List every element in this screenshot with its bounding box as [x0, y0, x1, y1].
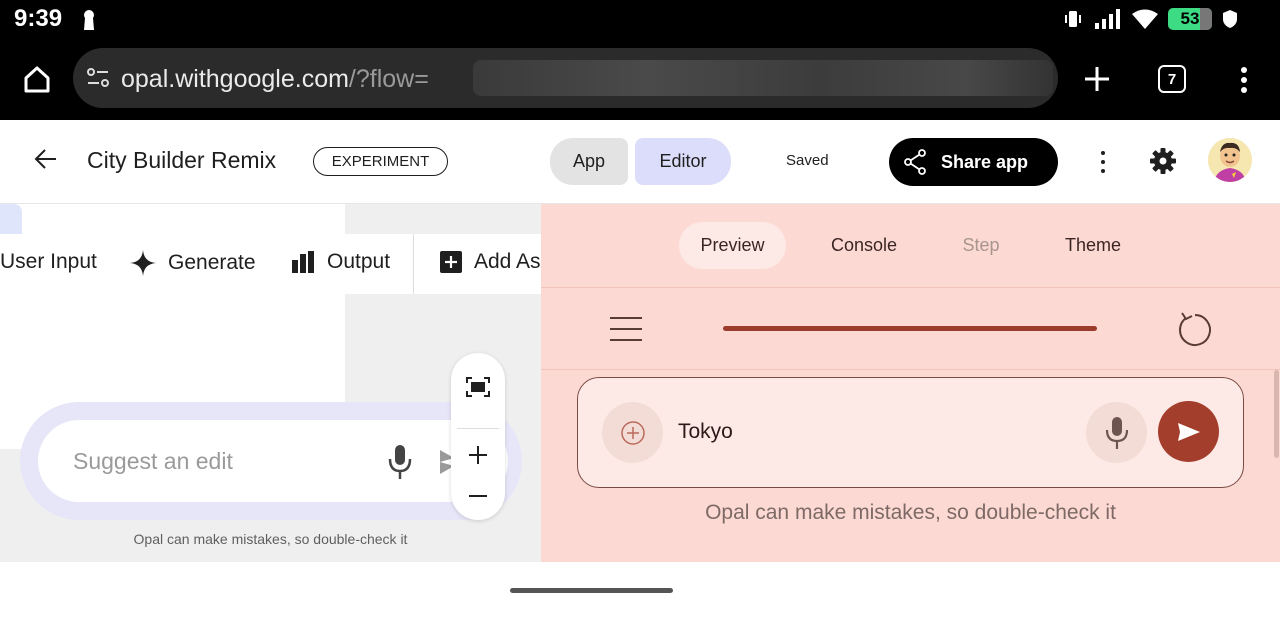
user-input-label: User Input — [0, 250, 97, 273]
experiment-badge: EXPERIMENT — [313, 147, 448, 176]
more-vert-icon[interactable] — [1099, 150, 1107, 174]
send-icon — [1177, 422, 1200, 441]
shield-icon — [1223, 10, 1237, 28]
preview-mic-button[interactable] — [1086, 402, 1147, 463]
zoom-out-icon[interactable] — [468, 486, 488, 506]
zoom-in-icon[interactable] — [468, 445, 488, 465]
preview-panel: Preview Console Step Theme Tokyo Opal ca… — [541, 204, 1280, 562]
browser-menu-icon[interactable] — [1238, 66, 1250, 94]
microphone-icon — [1105, 416, 1128, 449]
vibrate-icon — [1065, 11, 1081, 27]
microphone-icon[interactable] — [386, 444, 414, 480]
signal-icon — [1095, 9, 1120, 29]
output-label: Output — [327, 250, 391, 273]
share-icon — [904, 149, 926, 175]
preview-tabs: Preview Console Step Theme — [541, 204, 1280, 288]
back-arrow-icon[interactable] — [34, 148, 58, 170]
page-title: City Builder Remix — [87, 147, 277, 173]
hamburger-menu-icon[interactable] — [609, 316, 643, 342]
preview-app-bar — [541, 288, 1280, 370]
tab-step[interactable]: Step — [946, 222, 1016, 269]
preview-input-box[interactable]: Tokyo — [577, 377, 1244, 488]
address-bar[interactable]: opal.withgoogle.com/?flow= — [73, 48, 1058, 108]
restart-icon[interactable] — [1177, 310, 1213, 348]
tab-preview[interactable]: Preview — [679, 222, 786, 269]
battery-indicator: 53 — [1168, 8, 1212, 30]
fit-view-icon[interactable] — [466, 377, 490, 397]
suggest-edit-input[interactable]: Suggest an edit — [38, 420, 508, 502]
app-header: City Builder Remix EXPERIMENT App Editor… — [0, 120, 1280, 204]
add-asset-label: Add As — [474, 250, 541, 273]
sparkle-icon — [130, 250, 156, 276]
canvas-disclaimer: Opal can make mistakes, so double-check … — [133, 531, 408, 547]
zoom-controls — [451, 353, 505, 520]
preview-disclaimer: Opal can make mistakes, so double-check … — [705, 501, 1116, 524]
add-asset-tool[interactable]: Add As — [440, 250, 541, 274]
node-toolbar: User Input Generate Output Add As — [0, 234, 541, 294]
preview-scrollbar[interactable] — [1274, 370, 1279, 458]
keyhole-notification-icon — [84, 10, 94, 30]
tab-console[interactable]: Console — [813, 222, 915, 269]
output-tool[interactable]: Output — [291, 250, 390, 274]
output-chart-icon — [292, 251, 314, 273]
tab-editor[interactable]: Editor — [635, 138, 731, 185]
generate-label: Generate — [168, 251, 256, 274]
browser-toolbar: opal.withgoogle.com/?flow= 7 — [0, 40, 1280, 120]
tab-switcher-button[interactable]: 7 — [1158, 65, 1186, 93]
editor-canvas[interactable]: User Input Generate Output Add As Sugges — [0, 204, 541, 562]
toolbar-divider — [413, 234, 414, 294]
save-status: Saved — [786, 152, 829, 169]
suggest-edit-placeholder: Suggest an edit — [73, 448, 233, 474]
status-bar: 9:39 53 — [0, 0, 1280, 40]
progress-bar — [723, 326, 1097, 331]
generate-tool[interactable]: Generate — [130, 250, 256, 276]
add-attachment-button[interactable] — [602, 402, 663, 463]
new-tab-icon[interactable] — [1083, 65, 1111, 93]
url-text: opal.withgoogle.com/?flow= — [121, 65, 429, 93]
share-app-label: Share app — [941, 151, 1029, 172]
home-icon[interactable] — [22, 64, 52, 94]
user-avatar[interactable] — [1208, 138, 1252, 182]
blurred-url-segment — [473, 60, 1053, 96]
settings-gear-icon[interactable] — [1150, 148, 1176, 174]
system-nav-area — [0, 562, 1280, 617]
add-box-icon — [440, 251, 462, 273]
user-input-tool[interactable]: User Input — [0, 250, 97, 274]
home-indicator[interactable] — [510, 588, 673, 593]
tab-app[interactable]: App — [550, 138, 628, 185]
status-time: 9:39 — [14, 5, 63, 32]
wifi-icon — [1132, 9, 1158, 29]
node-card-top — [0, 204, 345, 234]
preview-send-button[interactable] — [1158, 401, 1219, 462]
add-circle-icon — [620, 420, 645, 445]
preview-input-value[interactable]: Tokyo — [678, 420, 733, 444]
tab-theme[interactable]: Theme — [1051, 222, 1135, 269]
site-settings-icon[interactable] — [86, 67, 110, 89]
share-app-button[interactable]: Share app — [889, 138, 1058, 186]
